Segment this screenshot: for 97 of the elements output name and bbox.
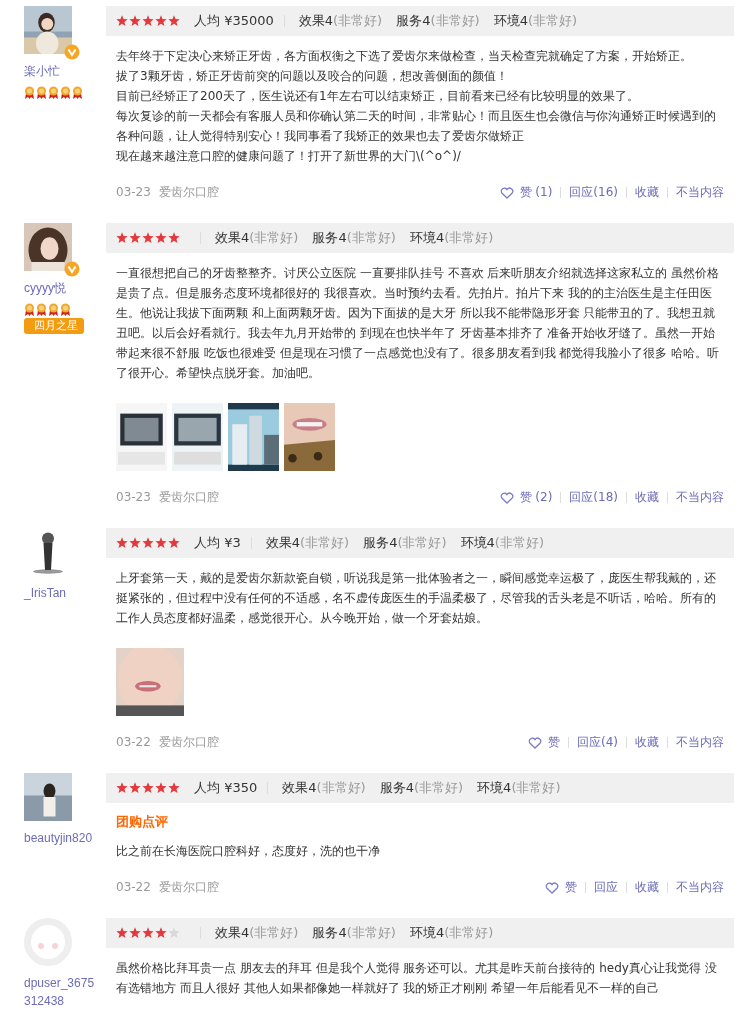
star-icon — [168, 15, 180, 27]
star-icon — [116, 927, 128, 939]
rating-text: 环境4(非常好) — [409, 924, 494, 942]
star-icon — [129, 782, 141, 794]
medal-icon — [36, 303, 47, 316]
star-icon — [168, 927, 180, 939]
rating-text: 效果4(非常好) — [265, 534, 350, 552]
report-link[interactable]: 不当内容 — [676, 489, 724, 506]
star-icon — [116, 782, 128, 794]
date-text: 03-23 — [116, 490, 151, 504]
reply-link[interactable]: 回应(16) — [569, 184, 618, 201]
rating-text: 服务4(非常好) — [363, 534, 447, 552]
price-text: 人均 ¥35000 — [194, 12, 274, 30]
rating-text: 服务4(非常好) — [396, 12, 480, 30]
avatar-icon — [24, 918, 72, 966]
rating-text: 服务4(非常好) — [312, 924, 396, 942]
heart-icon — [499, 186, 514, 199]
review-text: 一直很想把自己的牙齿整整齐。讨厌公立医院 一直要排队挂号 不喜欢 后来听朋友介绍就选择这家私立的 虽然价格是贵了点。但是服务态度环境都很好的 我很喜欢。当时预约去看。先拍片。拍片下来 我的的主治医生是主任田医生。他说让我拔下面两颗 和上面两颗牙齿。因为下面拔的是大牙 所以我不能带隐形牙套 只能带丑的了。我想丑就丑吧。以后会好看就行。我去年九月开始带的 到现在也快半年了 牙齿基本排齐了 准备开始收牙缝了。虽然一开始带起来很不舒服 吃饭也很难受 但是现在习惯了一点感觉也没有了。很多朋友看到我 都觉得我脸小了很多 哈哈。听了很开心。希望快点脱牙套。加油吧。 — [116, 265, 721, 382]
review-tag: 团购点评 — [116, 813, 724, 831]
star-icon — [129, 232, 141, 244]
medal-icon — [72, 86, 83, 99]
review-text: 每次复诊的前一天都会有客服人员和你确认第二天的时间，非常贴心！而且医生也会微信与你沟通矫正时候遇到的各种问题，让人觉得特别安心！我同事看了我矫正的效果也去了爱齿尔做矫正 — [116, 108, 717, 145]
star-icon — [142, 782, 154, 794]
like-link[interactable]: 赞 (1) — [499, 184, 553, 201]
shop-link[interactable]: 爱齿尔口腔 — [158, 735, 219, 749]
medal-icon — [24, 86, 35, 99]
report-link[interactable]: 不当内容 — [676, 879, 724, 896]
favorite-link[interactable]: 收藏 — [635, 734, 659, 751]
star-icon — [142, 15, 154, 27]
user-badge: 四月之星 — [24, 318, 84, 334]
date-text: 03-22 — [116, 880, 151, 894]
rating-text: 环境4(非常好) — [409, 229, 494, 247]
rating-text: 环境4(非常好) — [477, 779, 561, 797]
medal-icon — [60, 303, 71, 316]
price-text: 人均 ¥3 — [194, 534, 241, 552]
star-icon — [142, 232, 154, 244]
report-link[interactable]: 不当内容 — [676, 734, 724, 751]
like-link[interactable]: 赞 — [545, 879, 577, 896]
star-icon — [155, 15, 167, 27]
like-link[interactable]: 赞 — [528, 734, 560, 751]
date-text: 03-23 — [116, 185, 151, 199]
rating-text: 效果4(非常好) — [282, 779, 366, 797]
star-icon — [155, 537, 167, 549]
date-text: 03-22 — [116, 735, 151, 749]
rating-text: 效果4(非常好) — [215, 924, 299, 942]
favorite-link[interactable]: 收藏 — [635, 879, 659, 896]
report-link[interactable]: 不当内容 — [676, 184, 724, 201]
rating-text: 服务4(非常好) — [312, 229, 396, 247]
shop-link[interactable]: 爱齿尔口腔 — [158, 185, 219, 199]
review-text: 拔了3颗牙齿，矫正牙齿前突的问题以及咬合的问题，想改善侧面的颜值！ — [116, 68, 509, 85]
star-icon — [129, 15, 141, 27]
reply-link[interactable]: 回应(18) — [569, 489, 618, 506]
star-icon — [155, 782, 167, 794]
heart-icon — [545, 881, 559, 894]
review-text: 现在越来越注意口腔的健康问题了！打开了新世界的大门\(^o^)/ — [116, 148, 462, 165]
username-link[interactable]: beautyjin820 — [24, 829, 96, 847]
price-text: 人均 ¥350 — [194, 779, 258, 797]
reply-link[interactable]: 回应 — [594, 879, 618, 896]
review-text: 上牙套第一天，戴的是爱齿尔新款瓷自锁，听说我是第一批体验者之一，瞬间感觉幸运极了，庞医生帮我戴的，还挺紧张的，但过程中没有任何的不适感，名不虚传庞医生的手温柔极了，尽管我的舌头老是不听话，哈哈。所有的工作人员态度都好温柔，感觉很开心。从今晚开始，做一个牙套姑娘。 — [116, 570, 717, 627]
medal-icon — [36, 86, 47, 99]
medal-icon — [48, 86, 59, 99]
review-text: 目前已经矫正了200天了，医生说还有1年左右可以结束矫正，目前看来已经有比较明显的效果了。 — [116, 88, 640, 105]
star-icon — [155, 232, 167, 244]
star-icon — [116, 537, 128, 549]
star-icon — [168, 537, 180, 549]
star-icon — [142, 927, 154, 939]
review-text: 虽然价格比拜耳贵一点 朋友去的拜耳 但是我个人觉得 服务还可以。尤其是昨天前台接待的 hedy真心让我觉得 没有选错地方 而且人很好 其他人如果都像她一样就好了 我的矫正才刚刚 希望一年后能看见不一样的自己 — [116, 960, 718, 997]
star-icon — [129, 927, 141, 939]
rating-text: 服务4(非常好) — [379, 779, 464, 797]
medal-icon — [60, 86, 71, 99]
username-link[interactable]: cyyyy悦 — [24, 279, 96, 297]
like-link[interactable]: 赞 (2) — [499, 489, 553, 506]
rating-text: 环境4(非常好) — [493, 12, 578, 30]
heart-icon — [499, 491, 514, 504]
medal-icon — [24, 303, 35, 316]
favorite-link[interactable]: 收藏 — [635, 489, 659, 506]
shop-link[interactable]: 爱齿尔口腔 — [158, 490, 219, 504]
star-icon — [116, 232, 128, 244]
rating-text: 效果4(非常好) — [298, 12, 383, 30]
star-icon — [129, 537, 141, 549]
star-icon — [155, 927, 167, 939]
heart-icon — [528, 736, 542, 749]
review-text: 去年终于下定决心来矫正牙齿，各方面权衡之下选了爱齿尔来做检查，当天检查完就确定了方案，开始矫正。 — [116, 48, 693, 65]
favorite-link[interactable]: 收藏 — [635, 184, 659, 201]
shop-link[interactable]: 爱齿尔口腔 — [158, 880, 219, 894]
username-link[interactable]: _IrisTan — [24, 584, 96, 602]
username-link[interactable]: dpuser_3675312438 — [24, 974, 96, 1010]
medal-icon — [48, 303, 59, 316]
star-icon — [168, 232, 180, 244]
username-link[interactable]: 楽小忙 — [24, 62, 96, 80]
review-text: 比之前在长海医院口腔科好，态度好，洗的也干净 — [116, 843, 381, 860]
rating-text: 环境4(非常好) — [460, 534, 544, 552]
rating-text: 效果4(非常好) — [215, 229, 299, 247]
star-icon — [142, 537, 154, 549]
star-icon — [116, 15, 128, 27]
star-icon — [168, 782, 180, 794]
reply-link[interactable]: 回应(4) — [577, 734, 618, 751]
